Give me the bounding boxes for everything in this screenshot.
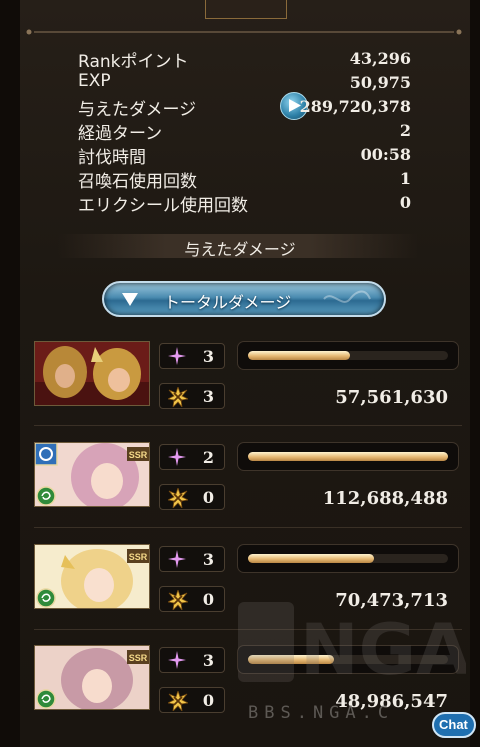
- damage-bar: [237, 341, 459, 370]
- ougi-count-box: 0: [159, 484, 225, 510]
- stat-row-rank-points: Rankポイント 43,296: [78, 47, 411, 72]
- stat-row-turns: 経過ターン 2: [78, 119, 411, 144]
- stat-row-summon-uses: 召喚石使用回数 1: [78, 167, 411, 192]
- character-portrait[interactable]: SSR: [34, 645, 150, 710]
- damage-bar-fill: [248, 452, 448, 461]
- stat-label: 討伐時間: [78, 148, 146, 168]
- ougi-count: 3: [202, 387, 214, 406]
- stat-value: 2: [399, 121, 411, 140]
- skill-count-box: 3: [159, 647, 225, 673]
- chat-label: Chat: [439, 717, 468, 732]
- character-portrait[interactable]: SSR: [34, 544, 150, 609]
- row-divider: [34, 425, 462, 426]
- stat-row-time: 討伐時間 00:58: [78, 143, 411, 168]
- stat-value: 50,975: [349, 73, 411, 92]
- damage-value: 112,688,488: [322, 488, 448, 509]
- stat-label: EXP: [78, 71, 111, 91]
- ougi-burst-icon: [168, 387, 188, 407]
- character-portrait[interactable]: SSR: [34, 442, 150, 507]
- stat-row-damage-dealt: 与えたダメージ 289,720,378: [78, 92, 411, 120]
- ougi-burst-icon: [168, 590, 188, 610]
- damage-value: 57,561,630: [335, 387, 448, 408]
- stat-label: 経過ターン: [78, 124, 163, 144]
- row-divider: [34, 527, 462, 528]
- ougi-count: 0: [202, 691, 214, 710]
- stat-label: 召喚石使用回数: [78, 172, 197, 192]
- chat-button[interactable]: Chat: [432, 712, 476, 738]
- decorative-swirl-icon: [323, 290, 371, 303]
- damage-bar-track: [248, 554, 448, 563]
- ougi-burst-icon: [168, 488, 188, 508]
- rarity-badge: SSR: [129, 450, 148, 460]
- stats-list: Rankポイント 43,296 EXP 50,975 与えたダメージ 289,7…: [78, 47, 411, 216]
- total-damage-label: トータルダメージ: [164, 293, 292, 312]
- nga-watermark-logo: NGA: [238, 602, 466, 688]
- skill-count-box: 2: [159, 444, 225, 470]
- ougi-count-box: 0: [159, 586, 225, 612]
- damage-bar-fill: [248, 351, 350, 360]
- top-tab-frame: [205, 0, 287, 19]
- sparkle-icon: [168, 550, 186, 568]
- stat-row-elixir-uses: エリクシール使用回数 0: [78, 191, 411, 216]
- watermark-text: BBS.NGA.C: [248, 703, 395, 723]
- skill-count-box: 3: [159, 343, 225, 369]
- svg-text:NGA: NGA: [300, 609, 466, 688]
- total-damage-dropdown[interactable]: トータルダメージ: [102, 281, 386, 317]
- stat-label: 与えたダメージ: [78, 100, 197, 120]
- character-damage-row: SSR 2 0 112,688,488: [34, 437, 462, 527]
- damage-bar: [237, 442, 459, 471]
- damage-bar-track: [248, 452, 448, 461]
- damage-bar-track: [248, 351, 448, 360]
- chevron-down-icon: [122, 293, 138, 306]
- character-damage-row: 3 3 57,561,630: [34, 336, 462, 426]
- stat-row-exp: EXP 50,975: [78, 71, 411, 95]
- damage-bar: [237, 544, 459, 573]
- stat-value: 0: [399, 193, 411, 212]
- sparkle-icon: [168, 651, 186, 669]
- stat-value: 1: [399, 169, 411, 188]
- stat-value: 43,296: [349, 49, 411, 68]
- character-portrait[interactable]: [34, 341, 150, 406]
- skill-count: 3: [202, 550, 214, 569]
- sparkle-icon: [168, 448, 186, 466]
- stat-label: Rankポイント: [78, 52, 189, 72]
- ougi-count-box: 0: [159, 687, 225, 713]
- rarity-badge: SSR: [129, 653, 148, 663]
- stat-value: 00:58: [360, 145, 411, 164]
- sparkle-icon: [168, 347, 186, 365]
- ougi-count-box: 3: [159, 383, 225, 409]
- ougi-count: 0: [202, 488, 214, 507]
- skill-count-box: 3: [159, 546, 225, 572]
- skill-count: 3: [202, 651, 214, 670]
- ougi-burst-icon: [168, 691, 188, 711]
- damage-bar-fill: [248, 554, 374, 563]
- skill-count: 2: [202, 448, 214, 467]
- section-title: 与えたダメージ: [184, 240, 296, 259]
- ornament-divider: [26, 29, 462, 35]
- skill-count: 3: [202, 347, 214, 366]
- stat-label: エリクシール使用回数: [78, 196, 248, 216]
- ougi-count: 0: [202, 590, 214, 609]
- rarity-badge: SSR: [129, 552, 148, 562]
- stat-value: 289,720,378: [299, 97, 411, 116]
